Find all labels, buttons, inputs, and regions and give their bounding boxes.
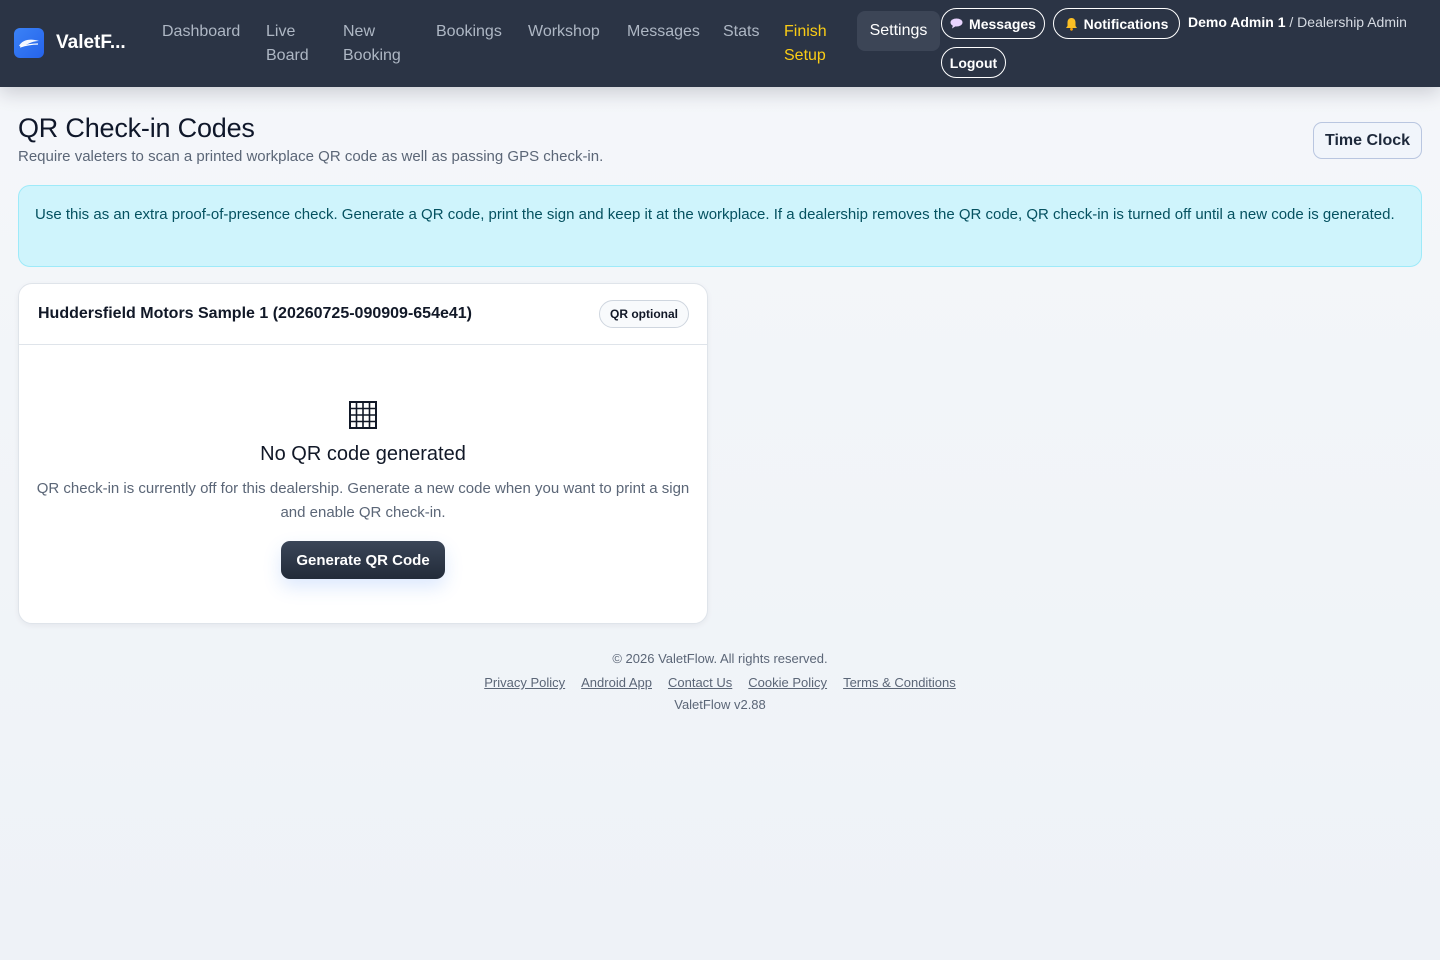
footer: © 2026 ValetFlow. All rights reserved. P… <box>0 650 1440 712</box>
dealership-name: Huddersfield Motors Sample 1 (20260725-0… <box>38 305 472 322</box>
nav-dashboard-label: Dashboard <box>162 23 241 40</box>
notifications-button[interactable]: Notifications <box>1053 8 1180 39</box>
generate-qr-code-button[interactable]: Generate QR Code <box>281 541 445 579</box>
nav-bookings[interactable]: Bookings <box>436 20 502 44</box>
top-navbar: ValetF... Dashboard Live Board New Booki… <box>0 0 1440 87</box>
user-label: Demo Admin 1 / Dealership Admin <box>1188 14 1407 30</box>
time-clock-button-label: Time Clock <box>1324 131 1411 149</box>
nav-workshop-label: Workshop <box>528 23 600 40</box>
nav-new-booking[interactable]: New Booking <box>343 20 401 68</box>
nav-new-booking-label-1: New <box>343 23 376 40</box>
nav-live-board-label-1: Live <box>266 23 296 40</box>
footer-links: Privacy Policy Android App Contact Us Co… <box>0 675 1440 690</box>
nav-messages-label: Messages <box>627 23 700 40</box>
footer-copyright: © 2026 ValetFlow. All rights reserved. <box>612 651 828 666</box>
nav-live-board[interactable]: Live Board <box>266 20 309 68</box>
speech-bubble-icon <box>950 18 963 29</box>
nav-bookings-label: Bookings <box>436 23 502 40</box>
footer-link-terms-conditions[interactable]: Terms & Conditions <box>843 675 956 690</box>
footer-link-contact-us[interactable]: Contact Us <box>668 675 732 690</box>
grid-icon <box>349 401 377 429</box>
qr-status-badge: QR optional <box>599 300 689 328</box>
info-alert: Use this as an extra proof-of-presence c… <box>18 185 1422 267</box>
footer-version: ValetFlow v2.88 <box>674 697 766 712</box>
nav-new-booking-label-2: Booking <box>343 47 401 64</box>
user-role: / Dealership Admin <box>1289 14 1407 30</box>
nav-live-board-label-2: Board <box>266 47 309 64</box>
dealership-qr-card: Huddersfield Motors Sample 1 (20260725-0… <box>18 283 708 624</box>
nav-stats[interactable]: Stats <box>723 20 759 44</box>
logout-button[interactable]: Logout <box>941 47 1006 78</box>
page-title: QR Check-in Codes <box>18 113 255 143</box>
empty-state-title: No QR code generated <box>260 443 466 465</box>
brand-name: ValetF... <box>56 32 126 53</box>
info-alert-text: Use this as an extra proof-of-presence c… <box>35 206 1395 223</box>
bell-icon <box>1065 17 1077 31</box>
page-subtitle: Require valeters to scan a printed workp… <box>18 148 604 165</box>
messages-button-label: Messages <box>969 15 1036 32</box>
nav-messages[interactable]: Messages <box>627 20 700 44</box>
brand[interactable]: ValetF... <box>14 28 126 58</box>
card-header: Huddersfield Motors Sample 1 (20260725-0… <box>19 284 707 345</box>
nav-dashboard[interactable]: Dashboard <box>162 20 240 44</box>
nav-settings[interactable]: Settings <box>857 11 940 51</box>
generate-qr-code-button-label: Generate QR Code <box>296 551 430 569</box>
notifications-button-label: Notifications <box>1083 15 1169 32</box>
nav-settings-label: Settings <box>869 22 928 39</box>
footer-link-android-app[interactable]: Android App <box>581 675 652 690</box>
messages-button[interactable]: Messages <box>941 8 1045 39</box>
footer-link-cookie-policy[interactable]: Cookie Policy <box>748 675 827 690</box>
car-logo-icon <box>14 28 44 58</box>
user-name: Demo Admin 1 <box>1188 14 1286 30</box>
empty-state-description: QR check-in is currently off for this de… <box>36 480 690 521</box>
nav-finish-setup[interactable]: Finish Setup <box>784 20 827 68</box>
nav-finish-setup-label-2: Setup <box>784 47 826 64</box>
footer-link-privacy-policy[interactable]: Privacy Policy <box>484 675 565 690</box>
nav-finish-setup-label-1: Finish <box>784 23 827 40</box>
nav-stats-label: Stats <box>723 23 760 40</box>
time-clock-button[interactable]: Time Clock <box>1313 122 1422 159</box>
logout-button-label: Logout <box>949 54 998 71</box>
nav-workshop[interactable]: Workshop <box>528 20 600 44</box>
card-body: No QR code generated QR check-in is curr… <box>19 345 707 579</box>
